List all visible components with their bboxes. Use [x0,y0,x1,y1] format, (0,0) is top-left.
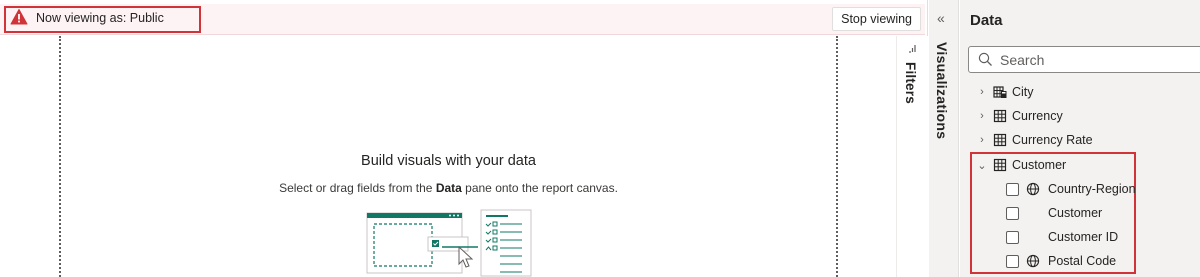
table-name: Currency Rate [1012,133,1093,147]
globe-icon [1026,182,1040,196]
build-visual-illustration [366,209,532,277]
visualizations-label[interactable]: Visualizations [934,42,950,139]
field-row-country-region[interactable]: Country-Region [960,178,1200,200]
data-pane: Data › City › Currency [960,0,1200,277]
field-name: Postal Code [1048,254,1117,268]
field-checkbox[interactable] [1006,206,1019,220]
subtitle-text-start: Select or drag fields from the [279,181,436,195]
field-checkbox[interactable] [1006,182,1019,196]
canvas-empty-subtitle: Select or drag fields from the Data pane… [61,181,836,195]
table-icon [993,109,1007,123]
visualizations-pane-collapsed[interactable]: « Visualizations [929,0,959,277]
table-row-currency-rate[interactable]: › Currency Rate [960,129,1200,151]
stop-viewing-button[interactable]: Stop viewing [832,7,921,31]
field-row-customer-id[interactable]: Customer ID [960,226,1200,248]
chevron-right-icon[interactable]: › [976,86,988,98]
data-search-input[interactable] [1000,50,1195,69]
globe-icon [1026,254,1040,268]
field-row-postal-code[interactable]: Postal Code [960,250,1200,272]
chevron-right-icon[interactable]: › [976,110,988,122]
table-icon [993,133,1007,147]
table-name: Currency [1012,109,1063,123]
view-as-banner: Now viewing as: Public Stop viewing [0,4,925,35]
banner-message: Now viewing as: Public [36,11,164,25]
table-icon [993,158,1007,172]
table-row-city[interactable]: › City [960,81,1200,103]
table-name: City [1012,85,1034,99]
warning-icon [10,9,28,25]
field-name: Country-Region [1048,182,1136,196]
data-search-box[interactable] [968,46,1200,73]
data-pane-title: Data [970,12,1003,29]
field-row-customer[interactable]: Customer [960,202,1200,224]
field-name: Customer ID [1048,230,1119,244]
double-chevron-left-icon[interactable]: « [937,10,945,26]
filter-icon [909,45,916,53]
canvas-empty-title: Build visuals with your data [361,153,536,169]
report-canvas[interactable]: Build visuals with your data Select or d… [59,36,838,277]
table-row-customer[interactable]: ⌄ Customer [960,154,1200,176]
subtitle-data-word: Data [435,181,462,195]
chevron-right-icon[interactable]: › [976,134,988,146]
subtitle-text-end: pane onto the report canvas. [461,181,618,195]
table-row-currency[interactable]: › Currency [960,105,1200,127]
filters-label[interactable]: Filters [903,62,918,104]
field-checkbox[interactable] [1006,230,1019,244]
report-area: Now viewing as: Public Stop viewing Buil… [0,0,928,277]
filters-pane-collapsed[interactable]: Filters [896,36,928,277]
calculated-table-icon [993,86,1007,98]
field-icon-spacer [1026,206,1040,220]
field-checkbox[interactable] [1006,254,1019,268]
search-icon [978,52,992,66]
field-icon-spacer [1026,230,1040,244]
table-name: Customer [1012,158,1067,172]
field-name: Customer [1048,206,1103,220]
chevron-down-icon[interactable]: ⌄ [976,159,988,172]
